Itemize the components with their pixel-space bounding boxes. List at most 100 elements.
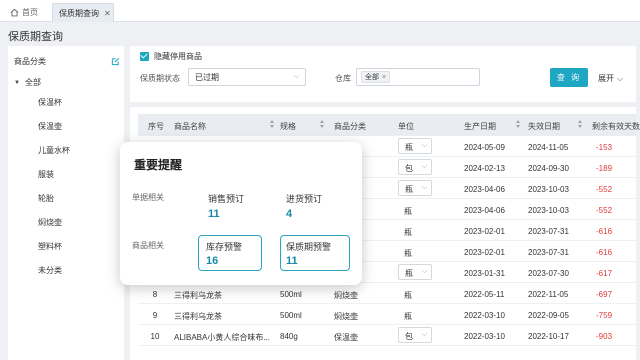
stock-warning-box[interactable]: 库存预警 16: [198, 235, 262, 271]
category-item[interactable]: 保温壶: [38, 122, 70, 146]
unit-select[interactable]: 瓶 ⌵: [398, 264, 432, 280]
status-value: 已过期: [195, 72, 219, 82]
chevron-down-icon: ⌵: [421, 163, 427, 170]
status-select[interactable]: 已过期 ⌵: [188, 68, 306, 86]
stock-warning-label: 库存预警: [206, 242, 243, 252]
unit-select[interactable]: 包 ⌵: [398, 159, 432, 175]
cell-name: ALIBABA小黄人综合味布...: [174, 333, 271, 342]
cell-unit: 瓶: [404, 291, 412, 300]
table-header: 序号 商品名称 规格 商品分类 单位 生产日期 失效日期 剩余有效天数: [138, 114, 640, 136]
category-item[interactable]: 服装: [38, 170, 70, 194]
cell-remaining: -697: [596, 290, 613, 299]
tree-root-label: 全部: [24, 78, 41, 87]
tab-shelf-life-query[interactable]: 保质期查询 ✕: [52, 3, 114, 22]
goods-section-label: 商品相关: [132, 241, 164, 250]
cell-index: 10: [150, 332, 160, 341]
unit-select[interactable]: 瓶 ⌵: [398, 180, 432, 196]
caret-down-icon[interactable]: ▼: [14, 80, 20, 86]
cell-prod-date: 2024-05-09: [464, 143, 505, 152]
remove-tag-icon[interactable]: ×: [382, 74, 386, 81]
query-button[interactable]: 查 询: [550, 68, 588, 87]
cell-unit: 瓶: [404, 228, 412, 237]
cell-spec: 500ml: [280, 290, 302, 299]
cell-unit: 瓶: [405, 185, 413, 194]
col-index: 序号: [148, 122, 164, 131]
chevron-down-icon: ⌵: [421, 331, 427, 338]
hide-disabled-checkbox[interactable]: 隐藏停用商品: [140, 51, 202, 62]
warehouse-tag: 全部 ×: [361, 71, 391, 83]
category-item[interactable]: 塑料杯: [38, 242, 70, 266]
edit-icon[interactable]: [111, 57, 120, 66]
close-icon[interactable]: ✕: [104, 9, 111, 18]
cell-spec: 500ml: [280, 311, 302, 320]
tab-home-label: 首页: [22, 8, 38, 17]
col-spec: 规格: [280, 122, 296, 131]
cell-index: 8: [152, 290, 158, 299]
cell-exp-date: 2024-09-30: [528, 164, 569, 173]
unit-select[interactable]: 瓶 ⌵: [398, 138, 432, 154]
cell-unit: 包: [405, 332, 413, 341]
warehouse-select[interactable]: 全部 ×: [356, 68, 480, 86]
cell-prod-date: 2023-04-06: [464, 185, 505, 194]
hide-disabled-label: 隐藏停用商品: [154, 52, 202, 61]
tab-home[interactable]: 首页: [10, 3, 38, 22]
category-item[interactable]: 焖烧壶: [38, 218, 70, 242]
page-title: 保质期查询: [8, 31, 63, 43]
cell-remaining: -552: [596, 185, 613, 194]
cell-category: 焖烧壶: [334, 291, 358, 300]
cell-exp-date: 2023-07-31: [528, 227, 569, 236]
cell-index: 9: [152, 311, 158, 320]
tab-bar: 首页 保质期查询 ✕: [0, 0, 640, 22]
expand-toggle[interactable]: 展开 ⌵: [598, 73, 623, 84]
category-item[interactable]: 轮胎: [38, 194, 70, 218]
category-item[interactable]: 保温杯: [38, 98, 70, 122]
sort-icon[interactable]: [578, 120, 582, 130]
cell-prod-date: 2022-03-10: [464, 311, 505, 320]
cell-unit: 包: [405, 164, 413, 173]
cell-remaining: -616: [596, 227, 613, 236]
chevron-down-icon: ⌵: [421, 142, 427, 149]
sales-order-label[interactable]: 销售预订: [208, 192, 244, 205]
checkbox-checked-icon[interactable]: [140, 52, 149, 61]
app-root: 首页 保质期查询 ✕ 保质期查询 商品分类 ▼ 全部 保温杯 保温壶 儿童水杯 …: [0, 0, 640, 360]
category-item[interactable]: 未分类: [38, 266, 70, 290]
shelf-warning-label: 保质期预警: [286, 242, 332, 252]
cell-category: 保温壶: [334, 333, 358, 342]
table-row[interactable]: 10 ALIBABA小黄人综合味布... 840g 保温壶包 ⌵ 2022-03-10 20…: [138, 325, 636, 346]
stock-warning-count: 16: [206, 255, 219, 267]
cell-name: 三得利乌龙茶: [174, 291, 222, 300]
popup-title: 重要提醒: [134, 158, 183, 172]
sort-icon[interactable]: [320, 120, 324, 130]
cell-prod-date: 2023-04-06: [464, 206, 505, 215]
category-panel-title: 商品分类: [14, 57, 46, 66]
status-label: 保质期状态: [140, 74, 180, 83]
sort-icon[interactable]: [516, 120, 520, 130]
cell-remaining: -616: [596, 248, 613, 257]
tab-active-label: 保质期查询: [59, 8, 99, 18]
table-row[interactable]: 9 三得利乌龙茶 500ml 焖烧壶 瓶 2022-03-10 2022-09-05 -759: [138, 304, 636, 325]
warehouse-tag-label: 全部: [365, 74, 379, 81]
unit-select[interactable]: 包 ⌵: [398, 327, 432, 343]
table-row[interactable]: 8 三得利乌龙茶 500ml 焖烧壶 瓶 2022-05-11 2022-11-05 -697: [138, 283, 636, 304]
shelf-warning-box[interactable]: 保质期预警 11: [280, 235, 350, 271]
cell-category: 焖烧壶: [334, 312, 358, 321]
cell-remaining: -153: [596, 143, 613, 152]
purchase-order-label[interactable]: 进货预订: [286, 192, 322, 205]
reminder-popup: 重要提醒 单据相关 销售预订 11 进货预订 4 商品相关 库存预警 16 保质…: [120, 142, 362, 285]
cell-remaining: -552: [596, 206, 613, 215]
cell-prod-date: 2022-05-11: [464, 290, 505, 299]
col-name: 商品名称: [174, 122, 206, 131]
cell-unit: 瓶: [404, 312, 412, 321]
cell-prod-date: 2024-02-13: [464, 164, 505, 173]
cell-exp-date: 2023-10-03: [528, 206, 569, 215]
sales-order-count[interactable]: 11: [208, 208, 220, 220]
chevron-down-icon: ⌵: [421, 184, 427, 191]
cell-prod-date: 2023-02-01: [464, 227, 505, 236]
cell-exp-date: 2024-11-05: [528, 143, 569, 152]
tree-root-all[interactable]: ▼ 全部: [14, 77, 41, 88]
category-item[interactable]: 儿童水杯: [38, 146, 70, 170]
col-category: 商品分类: [334, 122, 366, 131]
sort-icon[interactable]: [270, 120, 274, 130]
purchase-order-count[interactable]: 4: [286, 208, 292, 220]
category-panel-header: 商品分类: [14, 56, 120, 67]
